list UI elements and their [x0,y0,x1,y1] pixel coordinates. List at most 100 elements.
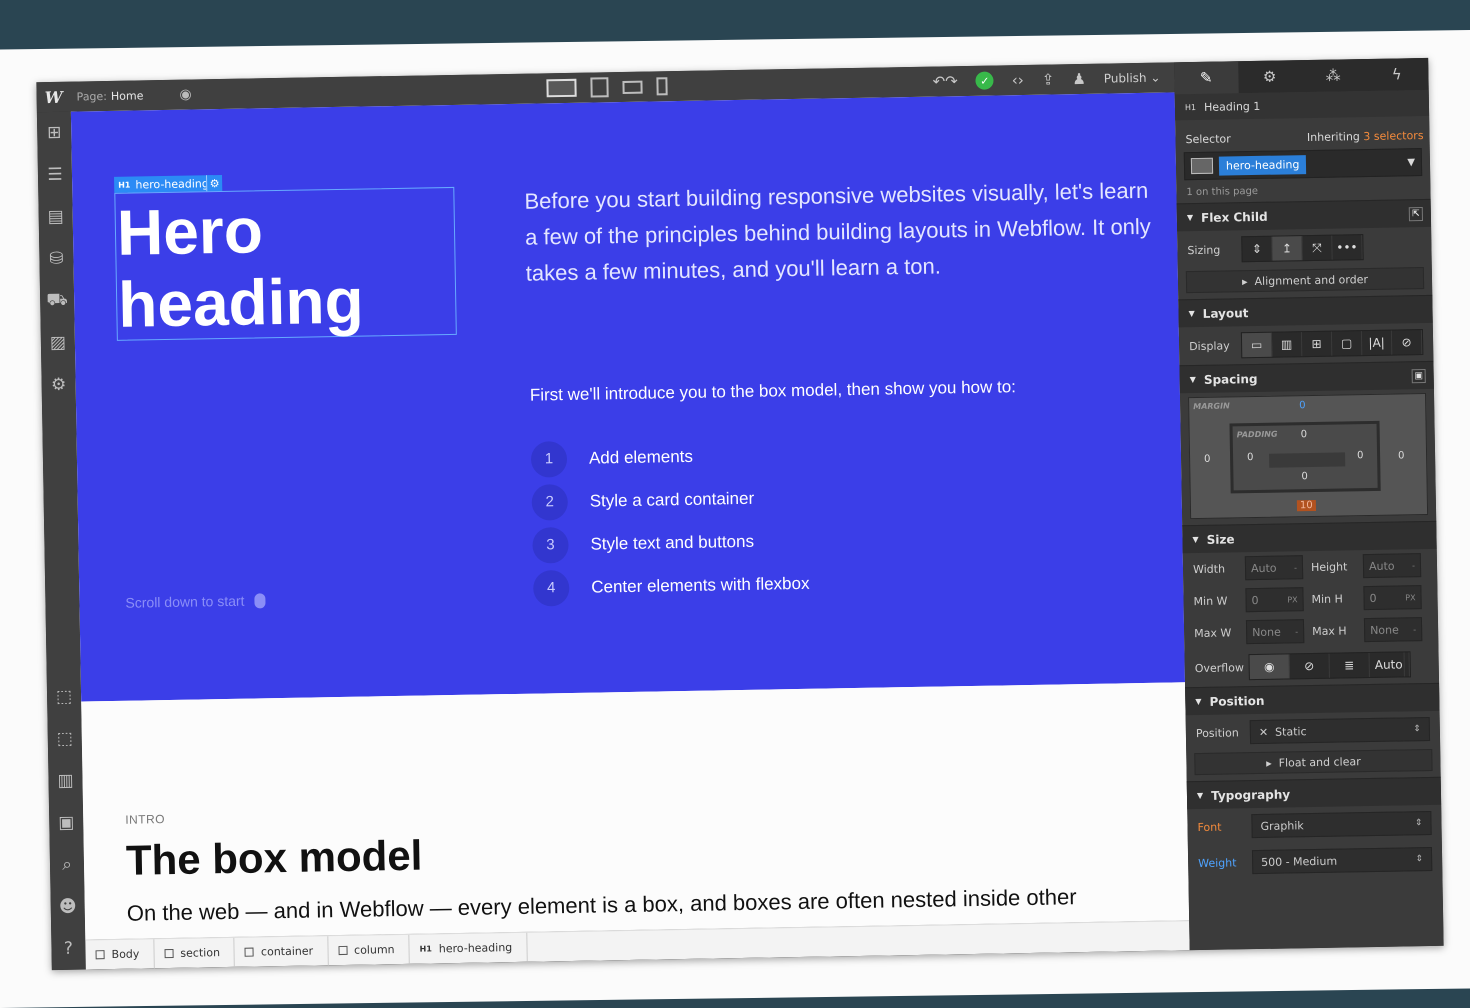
intro-section[interactable]: INTRO The box model On the web — and in … [81,682,1190,940]
select-element-icon[interactable]: ⬚ [47,676,82,719]
step-item[interactable]: 2 Style a card container [531,476,808,524]
padding-right[interactable]: 0 [1357,450,1364,461]
breadcrumb-body[interactable]: Body [85,938,155,970]
intro-line[interactable]: First we'll introduce you to the box mod… [530,377,1016,405]
padding-top[interactable]: 0 [1301,429,1308,440]
tab-lightning-icon[interactable]: ϟ [1365,58,1429,91]
scroll-hint[interactable]: Scroll down to start [125,592,266,611]
guides-icon[interactable]: ▥ [48,760,83,803]
selector-chip[interactable]: hero-heading [1218,154,1307,176]
overflow-auto-button[interactable]: Auto [1369,652,1410,678]
overflow-hidden-icon[interactable]: ⊘ [1289,653,1330,679]
tablet-breakpoint-icon[interactable] [590,77,609,98]
min-width-field[interactable]: 0 PX [1245,587,1304,613]
collaborators-icon[interactable]: ☻ [50,885,85,928]
element-settings-gear-icon[interactable]: ⚙ [206,174,223,192]
expand-icon[interactable]: ⇱ [1408,206,1423,221]
padding-bottom[interactable]: 0 [1301,471,1308,482]
user-icon[interactable]: ♟ [1072,70,1086,88]
mobile-landscape-breakpoint-icon[interactable] [622,80,643,94]
max-height-field[interactable]: None - [1363,617,1423,643]
spacing-mode-icon[interactable]: ▣ [1411,368,1426,383]
cms-icon[interactable]: ⛁ [39,238,74,281]
section-layout[interactable]: ▼ Layout [1178,294,1433,328]
preview-eye-icon[interactable]: ◉ [179,87,191,103]
search-icon[interactable]: ⌕ [50,844,85,887]
desktop-breakpoint-icon[interactable] [546,78,577,98]
position-select[interactable]: ✕ Static ⇕ [1249,716,1431,745]
design-canvas[interactable]: H1 hero-heading ⚙ Hero heading Before yo… [70,92,1190,940]
height-field[interactable]: Auto - [1362,553,1422,579]
display-none-icon[interactable]: ⊘ [1391,330,1423,355]
code-icon[interactable]: ‹› [1012,71,1024,89]
add-panel-icon[interactable]: ⊞ [37,112,72,155]
hero-section[interactable]: H1 hero-heading ⚙ Hero heading Before yo… [70,92,1186,702]
webflow-logo[interactable]: W [36,82,71,113]
unit-label[interactable]: PX [1405,593,1415,602]
display-grid-icon[interactable]: ⊞ [1301,331,1333,357]
section-spacing[interactable]: ▼ Spacing ▣ [1179,360,1434,394]
display-inline-icon[interactable]: |A| [1361,330,1393,356]
box-model-title[interactable]: The box model [126,832,423,885]
page-selector[interactable]: Home [111,89,144,103]
max-width-field[interactable]: None - [1245,619,1305,645]
selector-field[interactable]: hero-heading ▼ [1183,148,1423,181]
display-block-icon[interactable]: ▭ [1241,332,1273,358]
unit-label[interactable]: PX [1287,595,1297,604]
navigator-icon[interactable]: ☰ [38,154,73,197]
overflow-scroll-icon[interactable]: ≣ [1329,653,1370,678]
margin-bottom[interactable]: 10 [1296,499,1316,512]
margin-top[interactable]: 0 [1299,400,1306,411]
assets-icon[interactable]: ▨ [41,322,76,365]
publish-button[interactable]: Publish ⌄ [1104,71,1161,86]
margin-left[interactable]: 0 [1204,454,1211,465]
hero-heading[interactable]: Hero heading [116,193,364,341]
no-shrink-icon[interactable]: ⤧ [1302,235,1333,261]
width-field[interactable]: Auto - [1244,555,1304,581]
display-flex-icon[interactable]: ▥ [1271,332,1303,357]
preview-layout-icon[interactable]: ▣ [49,802,84,845]
min-height-field[interactable]: 0 PX [1363,585,1422,611]
x-ray-icon[interactable]: ⬚ [47,718,82,761]
grow-icon[interactable]: ↥ [1272,236,1303,261]
float-clear-toggle[interactable]: ▸ Float and clear [1194,748,1433,776]
step-item[interactable]: 1 Add elements [530,433,808,481]
selected-element-tag[interactable]: H1 hero-heading [114,175,213,193]
breadcrumb-hero-heading[interactable]: H1 hero-heading [409,932,528,965]
step-item[interactable]: 3 Style text and buttons [532,519,809,567]
overflow-visible-eye-icon[interactable]: ◉ [1249,654,1290,680]
tab-style-brush-icon[interactable]: ✎ [1174,61,1239,95]
breadcrumb-section[interactable]: section [154,937,236,969]
breadcrumb-column[interactable]: column [327,934,410,966]
alignment-order-toggle[interactable]: ▸ Alignment and order [1185,267,1425,294]
pages-icon[interactable]: ▤ [38,196,73,239]
font-select[interactable]: Graphik ⇕ [1251,810,1432,839]
section-typography[interactable]: ▼ Typography [1186,776,1442,810]
saved-check-icon[interactable]: ✓ [975,71,994,90]
export-icon[interactable]: ⇪ [1042,70,1055,88]
weight-select[interactable]: 500 - Medium ⇕ [1251,846,1433,875]
settings-gear-icon[interactable]: ⚙ [41,364,76,407]
hero-paragraph[interactable]: Before you start building responsive web… [524,173,1166,292]
inheriting-info[interactable]: Inheriting 3 selectors [1307,129,1424,144]
section-position[interactable]: ▼ Position [1185,682,1440,716]
display-inline-block-icon[interactable]: ▢ [1331,331,1363,356]
section-flex-child[interactable]: ▼ Flex Child ⇱ [1176,198,1432,232]
undo-redo-icon[interactable]: ↶↷ [932,72,957,90]
more-options-icon[interactable]: ••• [1332,235,1363,260]
breadcrumb-container[interactable]: container [234,935,329,968]
margin-right[interactable]: 0 [1398,450,1405,461]
ecommerce-icon[interactable]: ⛟ [40,280,75,323]
chevron-down-icon[interactable]: ▼ [1407,157,1415,168]
tab-interactions-icon[interactable]: ⁂ [1301,59,1365,92]
help-icon[interactable]: ? [51,927,86,970]
step-item[interactable]: 4 Center elements with flexbox [532,562,810,610]
box-model-text[interactable]: On the web — and in Webflow — every elem… [127,884,1077,927]
mobile-portrait-breakpoint-icon[interactable] [656,77,668,96]
padding-left[interactable]: 0 [1247,452,1254,463]
section-size[interactable]: ▼ Size [1182,520,1437,554]
selector-state-icon[interactable] [1190,157,1214,175]
intro-eyebrow[interactable]: INTRO [125,812,165,827]
tab-settings-gear-icon[interactable]: ⚙ [1238,60,1302,93]
shrink-icon[interactable]: ⇕ [1242,236,1273,262]
